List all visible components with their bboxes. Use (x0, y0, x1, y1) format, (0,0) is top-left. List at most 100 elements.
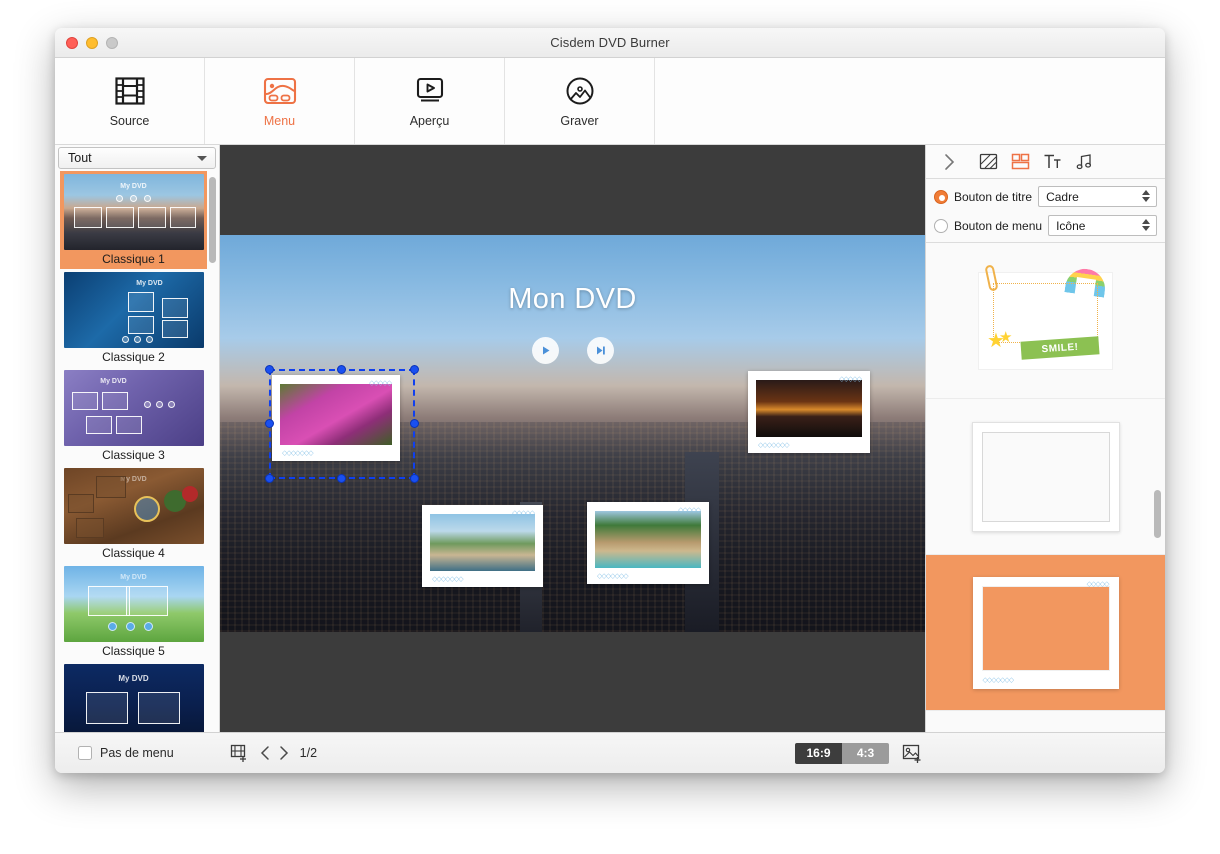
chevron-left-icon[interactable] (260, 745, 271, 761)
dvd-title-text[interactable]: Mon DVD (220, 283, 925, 316)
zoom-button[interactable] (106, 37, 118, 49)
template-name: Classique 2 (62, 348, 205, 367)
toolbar-item-burn[interactable]: Graver (505, 58, 655, 144)
frame-decor-icon: ◇◇◇◇◇ (839, 375, 861, 383)
thumb-image (756, 380, 862, 437)
thumb-sea[interactable]: ◇◇◇◇◇ ◇◇◇◇◇◇◇ (422, 505, 543, 587)
add-image-icon[interactable] (901, 743, 923, 764)
menu-button-radio[interactable] (934, 219, 948, 233)
template-thumbnail: My DVD (64, 272, 204, 348)
frame-preview: ★ ★ SMILE! (978, 272, 1113, 370)
bottom-bar: Pas de menu (55, 732, 1165, 773)
toolbar-item-menu[interactable]: Menu (205, 58, 355, 144)
frame-style-list[interactable]: ★ ★ SMILE! ◇◇◇◇◇ ◇◇◇◇◇◇◇ (926, 243, 1165, 732)
frame-decor-icon: ◇◇◇◇◇ (678, 506, 700, 514)
frame-preview: ◇◇◇◇◇ ◇◇◇◇◇◇◇ (973, 577, 1119, 689)
template-thumb-title: My DVD (64, 378, 164, 385)
toolbar-label-menu: Menu (264, 114, 295, 128)
stepper-arrows-icon[interactable] (1142, 219, 1150, 231)
menu-button-style-value: Icône (1049, 219, 1085, 233)
toolbar-label-burn: Graver (560, 114, 598, 128)
frame-decor-icon: ◇◇◇◇◇◇◇ (282, 449, 313, 457)
chevron-down-icon (197, 156, 207, 161)
close-button[interactable] (66, 37, 78, 49)
minimize-button[interactable] (86, 37, 98, 49)
tab-text[interactable] (1036, 152, 1068, 171)
play-icon[interactable] (532, 337, 559, 364)
template-item-classique-1[interactable]: My DVD Classique 1 (60, 171, 207, 269)
template-item-classique-4[interactable]: My DVD Classique 4 (60, 465, 207, 563)
frame-item-stamp[interactable] (926, 711, 1165, 732)
no-menu-checkbox[interactable] (78, 746, 92, 760)
tab-frame[interactable] (1004, 152, 1036, 171)
menu-button-style-select[interactable]: Icône (1048, 215, 1157, 236)
menu-canvas[interactable]: Mon DVD ◇◇◇ (220, 145, 925, 732)
title-button-style-value: Cadre (1039, 190, 1079, 204)
frame-item-cute-smile[interactable]: ★ ★ SMILE! (926, 243, 1165, 399)
category-select[interactable]: Tout (58, 147, 216, 169)
stepper-arrows-icon[interactable] (1142, 190, 1150, 202)
frame-item-polaroid[interactable]: ◇◇◇◇◇ ◇◇◇◇◇◇◇ (926, 555, 1165, 711)
template-thumb-title: My DVD (64, 674, 204, 683)
main-toolbar: Source Menu Ap (55, 58, 1165, 145)
toolbar-label-source: Source (110, 114, 150, 128)
title-button-radio[interactable] (934, 190, 948, 204)
music-note-icon (1075, 152, 1094, 171)
frame-list-scrollbar[interactable] (1154, 490, 1161, 538)
menu-button-row[interactable]: Bouton de menu Icône (934, 213, 1165, 238)
template-thumbnail: My DVD (64, 174, 204, 250)
template-item-classique-2[interactable]: My DVD Classique 2 (60, 269, 207, 367)
frame-decor-icon: ◇◇◇◇◇◇◇ (597, 572, 628, 580)
template-thumbnail: My DVD (64, 566, 204, 642)
app-window: Cisdem DVD Burner Source (55, 28, 1165, 773)
menu-button-label: Bouton de menu (954, 219, 1042, 233)
no-menu-group[interactable]: Pas de menu (78, 746, 174, 760)
template-name: Classique 1 (62, 250, 205, 269)
toolbar-spacer (655, 58, 1165, 144)
template-thumb-title: My DVD (104, 280, 196, 287)
thumb-beach[interactable]: ◇◇◇◇◇ ◇◇◇◇◇◇◇ (587, 502, 709, 584)
frame-inner-area (982, 432, 1110, 522)
window-body: Tout My DVD Classique 1 (55, 145, 1165, 732)
frame-layout-icon (1011, 152, 1030, 171)
film-strip-icon (114, 74, 146, 108)
template-sidebar: Tout My DVD Classique 1 (55, 145, 220, 732)
sidebar-scrollbar[interactable] (209, 177, 216, 263)
chevron-right-icon[interactable] (926, 153, 972, 171)
aspect-ratio-toggle[interactable]: 16:9 4:3 (795, 743, 889, 764)
thumb-image (595, 511, 701, 568)
add-menu-page-icon[interactable] (229, 743, 249, 763)
resize-handle-nw (265, 365, 274, 374)
panel-tab-bar (926, 145, 1165, 179)
tab-background[interactable] (972, 152, 1004, 171)
thumb-sunset[interactable]: ◇◇◇◇◇ ◇◇◇◇◇◇◇ (748, 371, 870, 453)
template-item-classique-6[interactable]: My DVD Classique 6 (60, 661, 207, 732)
aspect-option-4-3[interactable]: 4:3 (842, 743, 889, 764)
template-thumbnail: My DVD (64, 468, 204, 544)
frame-decor-icon: ◇◇◇◇◇◇◇ (432, 575, 463, 583)
menu-preview[interactable]: Mon DVD ◇◇◇ (220, 235, 925, 632)
frame-item-white[interactable] (926, 399, 1165, 555)
next-chapter-icon[interactable] (587, 337, 614, 364)
page-indicator: 1/2 (300, 746, 317, 760)
thumb-image (280, 384, 392, 445)
frame-preview (972, 422, 1120, 532)
window-title: Cisdem DVD Burner (55, 28, 1165, 58)
template-item-classique-5[interactable]: My DVD Classique 5 (60, 563, 207, 661)
template-name: Classique 4 (62, 544, 205, 563)
toolbar-label-preview: Aperçu (410, 114, 450, 128)
playback-buttons (220, 337, 925, 364)
template-thumb-title: My DVD (64, 574, 204, 581)
tab-music[interactable] (1068, 152, 1100, 171)
chevron-right-icon[interactable] (278, 745, 289, 761)
page-arrows (260, 745, 289, 761)
toolbar-item-source[interactable]: Source (55, 58, 205, 144)
template-thumbnail: My DVD (64, 370, 204, 446)
aspect-option-16-9[interactable]: 16:9 (795, 743, 842, 764)
template-item-classique-3[interactable]: My DVD Classique 3 (60, 367, 207, 465)
thumb-flowers[interactable]: ◇◇◇◇◇ ◇◇◇◇◇◇◇ (272, 375, 400, 461)
toolbar-item-preview[interactable]: Aperçu (355, 58, 505, 144)
title-button-style-select[interactable]: Cadre (1038, 186, 1157, 207)
title-button-row[interactable]: Bouton de titre Cadre (934, 184, 1165, 209)
template-list[interactable]: My DVD Classique 1 My DVD (55, 171, 219, 732)
